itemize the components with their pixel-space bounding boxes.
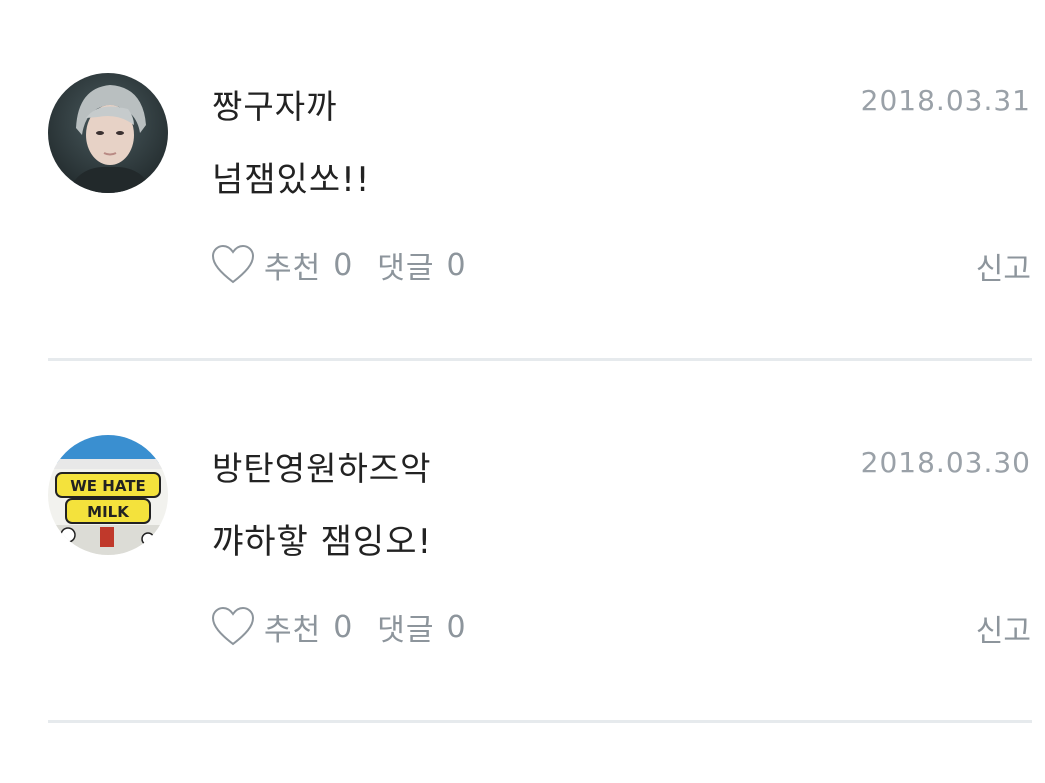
divider <box>48 720 1032 723</box>
profile-photo-icon <box>48 73 168 193</box>
like-label[interactable]: 추천 <box>264 243 321 287</box>
reply-label[interactable]: 댓글 <box>377 605 434 649</box>
comment-text: 넘잼있쏘!! <box>212 160 371 200</box>
like-label[interactable]: 추천 <box>264 605 321 649</box>
avatar[interactable] <box>48 73 168 193</box>
profile-image-icon: WE HATE MILK <box>48 435 168 555</box>
username[interactable]: 짱구자까 <box>212 80 337 128</box>
svg-text:MILK: MILK <box>87 503 130 521</box>
comment-actions: 추천 0 댓글 0 <box>210 240 467 290</box>
avatar[interactable]: WE HATE MILK <box>48 435 168 555</box>
heart-icon[interactable] <box>210 242 256 288</box>
comment-actions: 추천 0 댓글 0 <box>210 602 467 652</box>
report-button[interactable]: 신고 <box>976 606 1031 650</box>
comment-date: 2018.03.30 <box>860 446 1031 479</box>
avatar-text: WE HATE <box>70 477 146 495</box>
comment-date: 2018.03.31 <box>860 84 1031 117</box>
comment-item: WE HATE MILK 방탄영원하즈악 2018.03.30 꺄하핳 잼잉오!… <box>0 362 1045 724</box>
comment-item: 짱구자까 2018.03.31 넘잼있쏘!! 추천 0 댓글 0 신고 <box>0 0 1045 362</box>
divider <box>48 358 1032 361</box>
reply-label[interactable]: 댓글 <box>377 243 434 287</box>
heart-icon[interactable] <box>210 604 256 650</box>
report-button[interactable]: 신고 <box>976 244 1031 288</box>
reply-count: 0 <box>446 247 467 283</box>
like-count: 0 <box>333 609 354 645</box>
like-count: 0 <box>333 247 354 283</box>
username[interactable]: 방탄영원하즈악 <box>212 442 432 490</box>
reply-count: 0 <box>446 609 467 645</box>
comment-text: 꺄하핳 잼잉오! <box>212 522 433 562</box>
